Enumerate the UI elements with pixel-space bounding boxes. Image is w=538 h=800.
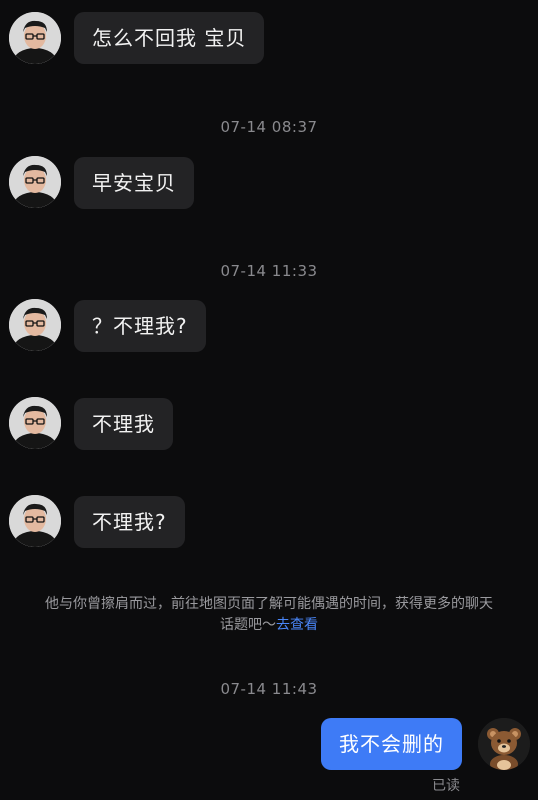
my-avatar[interactable]	[478, 718, 530, 770]
message-bubble[interactable]: ？不理我?	[74, 300, 206, 352]
chat-screen: 怎么不回我 宝贝 07-14 08:37 早安宝贝 07-14 11:33 ？不…	[0, 0, 538, 800]
timestamp: 07-14 11:33	[220, 262, 318, 280]
contact-avatar[interactable]	[9, 156, 61, 208]
timestamp: 07-14 08:37	[220, 118, 318, 136]
message-bubble[interactable]: 怎么不回我 宝贝	[74, 12, 265, 64]
contact-avatar[interactable]	[9, 495, 61, 547]
encounter-notice: 他与你曾擦肩而过，前往地图页面了解可能偶遇的时间，获得更多的聊天话题吧～去查看	[40, 594, 498, 636]
my-message-bubble[interactable]: 我不会删的	[321, 718, 462, 770]
read-status: 已读	[432, 778, 460, 794]
view-map-link[interactable]: 去查看	[276, 617, 318, 633]
contact-avatar[interactable]	[9, 299, 61, 351]
contact-avatar[interactable]	[9, 397, 61, 449]
notice-text: 他与你曾擦肩而过，前往地图页面了解可能偶遇的时间，获得更多的聊天话题吧～	[45, 596, 493, 633]
timestamp: 07-14 11:43	[220, 680, 318, 698]
contact-avatar[interactable]	[9, 12, 61, 64]
message-bubble[interactable]: 不理我?	[74, 496, 185, 548]
message-bubble[interactable]: 不理我	[74, 398, 173, 450]
teddy-bear-icon	[478, 718, 530, 770]
message-bubble[interactable]: 早安宝贝	[74, 157, 194, 209]
